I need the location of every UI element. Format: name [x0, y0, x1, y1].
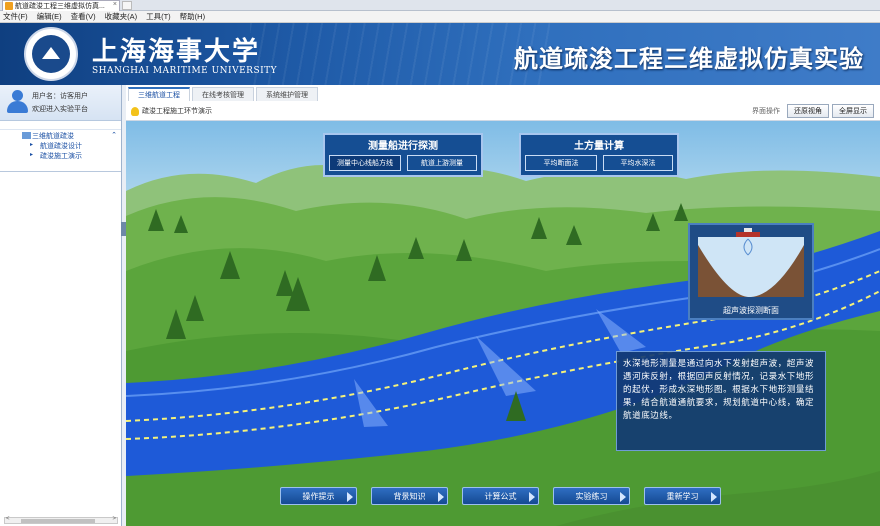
average-depth-button[interactable]: 平均水深法	[603, 155, 673, 171]
lightbulb-icon	[131, 106, 139, 116]
sidebar-item-construction[interactable]: 疏浚施工演示	[0, 151, 121, 161]
3d-scene-viewport[interactable]: 测量船进行探测 测量中心线船方线 航道上游测量 土方量计算 平均断面法 平均水深…	[126, 121, 880, 526]
info-text-box: 水深地形测量是通过向水下发射超声波，超声波遇河床反射，根据回声反射情况，记录水下…	[616, 351, 826, 451]
new-tab-button[interactable]	[122, 1, 132, 10]
nav-group-header[interactable]: 三维航道疏浚 ⌃	[0, 129, 121, 141]
university-logo	[24, 27, 78, 81]
menu-edit[interactable]: 编辑(E)	[37, 11, 62, 22]
tab-title: 航道疏浚工程三维虚拟仿真...	[15, 3, 105, 10]
tab-system-maintenance[interactable]: 系统维护管理	[256, 87, 318, 101]
operation-tips-button[interactable]: 操作提示	[280, 487, 357, 505]
breadcrumb-text: 疏浚工程施工环节演示	[142, 108, 212, 115]
bottom-button-bar: 操作提示 背景知识 计算公式 实验练习 重新学习	[280, 487, 735, 505]
folder-icon	[22, 132, 31, 139]
system-title: 航道疏浚工程三维虚拟仿真实验	[514, 46, 864, 73]
scroll-right-icon[interactable]: >	[112, 516, 116, 522]
menu-tools[interactable]: 工具(T)	[146, 11, 171, 22]
scrollbar-thumb[interactable]	[21, 519, 95, 523]
nav-group-label: 三维航道疏浚	[32, 132, 74, 140]
formula-button[interactable]: 计算公式	[462, 487, 539, 505]
menu-file[interactable]: 文件(F)	[3, 11, 28, 22]
survey-panel: 测量船进行探测 测量中心线船方线 航道上游测量	[323, 133, 483, 177]
earthwork-panel-title: 土方量计算	[574, 141, 624, 152]
divider	[0, 171, 121, 172]
view-tools-label: 界面操作	[752, 108, 780, 115]
user-welcome: 欢迎进入实验平台	[32, 106, 88, 113]
scroll-left-icon[interactable]: <	[6, 516, 10, 522]
survey-panel-title: 测量船进行探测	[368, 141, 438, 152]
earthwork-panel: 土方量计算 平均断面法 平均水深法	[519, 133, 679, 177]
practice-button[interactable]: 实验练习	[553, 487, 630, 505]
browser-titlebar: 航道疏浚工程三维虚拟仿真... ×	[0, 0, 880, 11]
menu-favorites[interactable]: 收藏夹(A)	[105, 11, 138, 22]
survey-upstream-button[interactable]: 航道上游测量	[407, 155, 477, 171]
tab-online-exam[interactable]: 在线考核管理	[192, 87, 254, 101]
sonar-section-panel: 超声波探测断面	[688, 223, 814, 320]
page-icon	[5, 2, 13, 10]
university-name-en: SHANGHAI MARITIME UNIVERSITY	[92, 66, 278, 76]
sidebar: 用户名：访客用户 欢迎进入实验平台 三维航道疏浚 ⌃ 航道疏浚设计 疏浚施工演示…	[0, 85, 122, 526]
user-name: 用户名：访客用户	[32, 93, 88, 100]
menu-help[interactable]: 帮助(H)	[180, 11, 205, 22]
average-section-button[interactable]: 平均断面法	[525, 155, 597, 171]
browser-tab[interactable]: 航道疏浚工程三维虚拟仿真... ×	[2, 0, 120, 11]
sidebar-scrollbar[interactable]: < >	[4, 516, 118, 524]
scene-illustration	[126, 165, 880, 526]
banner-decoration	[250, 23, 550, 85]
breadcrumb: 疏浚工程施工环节演示	[131, 106, 212, 116]
fullscreen-button[interactable]: 全屏显示	[832, 104, 874, 118]
menu-bar: 文件(F) 编辑(E) 查看(V) 收藏夹(A) 工具(T) 帮助(H)	[0, 11, 880, 23]
chevron-up-icon[interactable]: ⌃	[111, 131, 117, 139]
sidebar-item-design[interactable]: 航道疏浚设计	[0, 141, 121, 151]
sonar-section-label: 超声波探测断面	[723, 306, 779, 315]
close-icon[interactable]: ×	[113, 1, 117, 8]
menu-view[interactable]: 查看(V)	[71, 11, 96, 22]
view-tools: 界面操作 还原视角 全屏显示	[752, 104, 874, 118]
background-knowledge-button[interactable]: 背景知识	[371, 487, 448, 505]
user-avatar-icon	[6, 90, 28, 114]
survey-centerline-button[interactable]: 测量中心线船方线	[329, 155, 401, 171]
sidebar-item-label: 航道疏浚设计	[40, 143, 82, 150]
university-name-cn: 上海海事大学	[92, 37, 261, 67]
restart-button[interactable]: 重新学习	[644, 487, 721, 505]
sidebar-item-label: 疏浚施工演示	[40, 153, 82, 160]
site-banner: 上海海事大学 SHANGHAI MARITIME UNIVERSITY 航道疏浚…	[0, 23, 880, 85]
tab-3d-channel[interactable]: 三维航道工程	[128, 87, 190, 101]
sonar-section-diagram	[698, 228, 804, 298]
restore-view-button[interactable]: 还原视角	[787, 104, 829, 118]
user-box: 用户名：访客用户 欢迎进入实验平台	[0, 85, 121, 121]
content-tabs: 三维航道工程 在线考核管理 系统维护管理	[128, 87, 320, 101]
content-header: 三维航道工程 在线考核管理 系统维护管理 疏浚工程施工环节演示 界面操作 还原视…	[126, 85, 880, 121]
